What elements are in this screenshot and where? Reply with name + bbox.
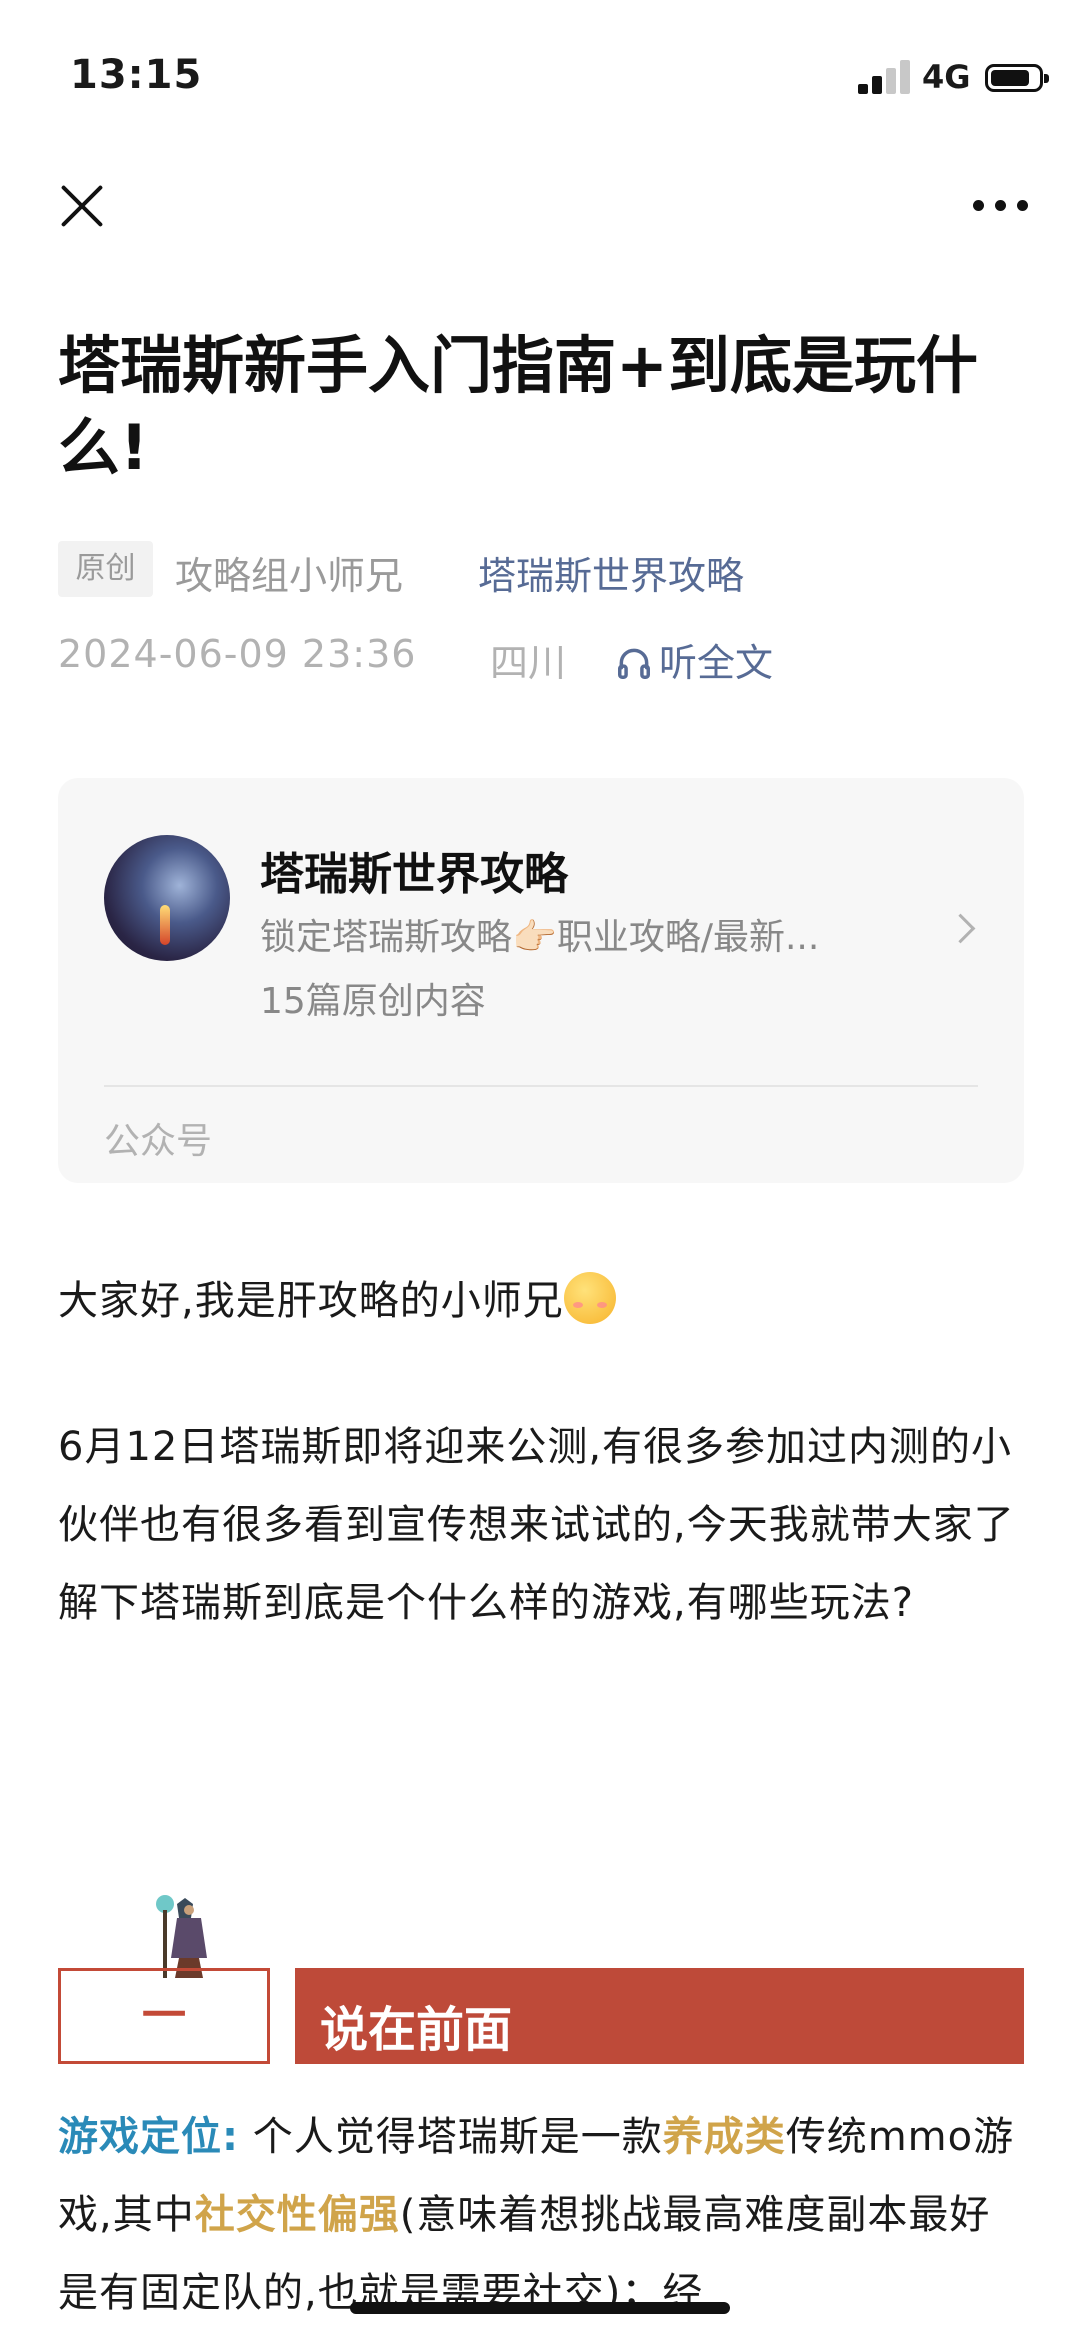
headphone-icon: [618, 648, 650, 679]
positioning-label: 游戏定位:: [58, 2114, 239, 2160]
listen-button[interactable]: 听全文: [615, 632, 773, 687]
original-tag: 原创: [58, 541, 153, 597]
positioning-paragraph: 游戏定位: 个人觉得塔瑞斯是一款养成类传统mmo游戏,其中社交性偏强(意味着想挑…: [58, 2098, 1028, 2332]
account-link[interactable]: 塔瑞斯世界攻略: [478, 545, 744, 600]
highlight-social: 社交性偏强: [194, 2192, 400, 2238]
intro-paragraph: 6月12日塔瑞斯即将迎来公测,有很多参加过内测的小伙伴也有很多看到宣传想来试试的…: [58, 1424, 1015, 1626]
greeting-text: 大家好,我是肝攻略的小师兄: [58, 1278, 564, 1324]
signal-icon: [858, 60, 910, 94]
network-type: 4G: [922, 58, 971, 96]
home-indicator[interactable]: [350, 2302, 730, 2314]
section-number: 一: [142, 1990, 186, 2041]
smile-emoji-icon: [563, 1272, 616, 1324]
publish-location: 四川: [490, 641, 567, 685]
greeting-paragraph: 大家好,我是肝攻略的小师兄: [58, 1262, 1028, 1340]
battery-icon: [985, 64, 1049, 92]
account-avatar: [104, 835, 230, 961]
section-title: 说在前面: [320, 2002, 513, 2058]
publish-date: 2024-06-09 23:36: [58, 632, 417, 676]
article-title: 塔瑞斯新手入门指南+到底是玩什么!: [58, 329, 978, 484]
card-type-label: 公众号: [104, 1121, 213, 1162]
close-icon[interactable]: [58, 182, 106, 230]
card-account-name: 塔瑞斯世界攻略: [260, 849, 568, 900]
status-time: 13:15: [70, 52, 203, 98]
card-description: 锁定塔瑞斯攻略👉🏻职业攻略/最新...: [260, 917, 820, 958]
character-figure-icon: [156, 1895, 207, 1978]
card-divider: [104, 1085, 978, 1087]
author-name: 攻略组小师兄: [175, 554, 404, 598]
listen-label: 听全文: [659, 641, 774, 685]
highlight-nurture: 养成类: [662, 2114, 786, 2160]
more-icon[interactable]: [973, 200, 1029, 212]
card-article-count: 15篇原创内容: [260, 981, 486, 1022]
positioning-text-a: 个人觉得塔瑞斯是一款: [239, 2114, 663, 2160]
